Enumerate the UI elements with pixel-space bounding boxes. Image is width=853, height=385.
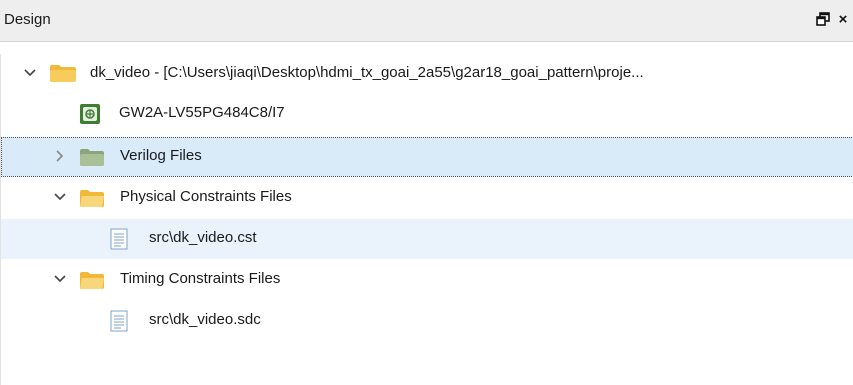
tree-item-label: Physical Constraints Files <box>120 188 292 205</box>
tree-item-label: src\dk_video.sdc <box>149 311 261 328</box>
folder-icon <box>79 147 105 171</box>
chevron-down-icon[interactable] <box>23 66 37 80</box>
tree-item-verilog-files[interactable]: Verilog Files <box>1 137 853 177</box>
panel-title: Design <box>4 11 51 28</box>
tree-item-label: src\dk_video.cst <box>149 229 257 246</box>
tree-item-label: Verilog Files <box>120 147 202 164</box>
chevron-down-icon[interactable] <box>53 272 67 286</box>
file-icon <box>109 310 129 336</box>
chip-icon <box>79 103 101 129</box>
tree-item-sdc-file[interactable]: src\dk_video.sdc <box>1 301 853 341</box>
tree-item-label: GW2A-LV55PG484C8/I7 <box>119 104 285 121</box>
close-icon[interactable]: × <box>835 10 851 28</box>
panel-titlebar: Design × <box>0 0 853 42</box>
float-window-icon[interactable] <box>815 10 831 28</box>
folder-icon <box>79 270 105 294</box>
tree-item-timing-constraints[interactable]: Timing Constraints Files <box>1 260 853 300</box>
folder-icon <box>79 188 105 212</box>
chevron-right-icon[interactable] <box>53 149 67 163</box>
tree-item-project[interactable]: dk_video - [C:\Users\jiaqi\Desktop\hdmi_… <box>1 54 853 94</box>
file-icon <box>109 228 129 254</box>
tree-item-cst-file[interactable]: src\dk_video.cst <box>1 219 853 259</box>
tree-item-device[interactable]: GW2A-LV55PG484C8/I7 <box>1 94 853 134</box>
tree-item-label: dk_video - [C:\Users\jiaqi\Desktop\hdmi_… <box>90 64 644 81</box>
design-tree: dk_video - [C:\Users\jiaqi\Desktop\hdmi_… <box>0 54 853 385</box>
titlebar-buttons: × <box>815 10 851 28</box>
tree-item-physical-constraints[interactable]: Physical Constraints Files <box>1 178 853 218</box>
tree-item-label: Timing Constraints Files <box>120 270 281 287</box>
project-folder-icon <box>49 62 77 88</box>
chevron-down-icon[interactable] <box>53 190 67 204</box>
design-panel: Design × dk_video - [C:\Users\jiaqi\Desk… <box>0 0 853 385</box>
